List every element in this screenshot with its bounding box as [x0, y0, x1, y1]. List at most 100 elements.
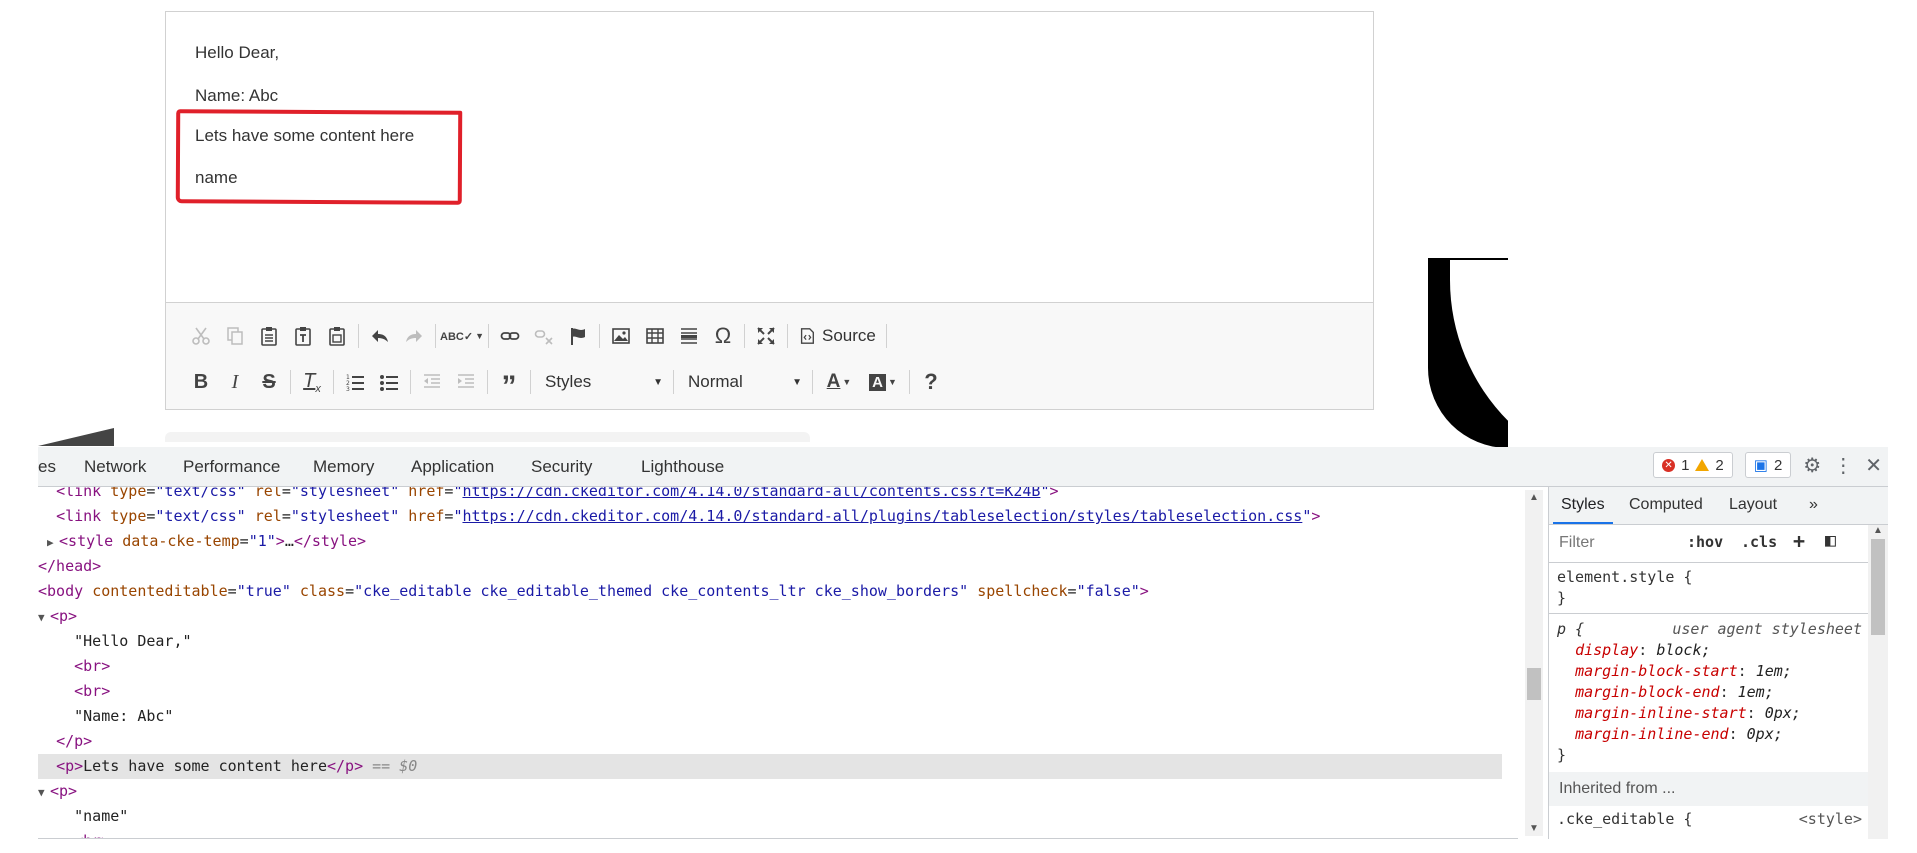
dom-text-node[interactable]: "Hello Dear,": [38, 629, 1502, 654]
css-prop-name[interactable]: display: [1575, 641, 1638, 659]
collapse-triangle-icon[interactable]: ▼: [38, 780, 50, 805]
table-button[interactable]: [638, 320, 672, 352]
scroll-down-icon[interactable]: ▼: [1529, 823, 1539, 834]
tab-security[interactable]: Security: [531, 457, 592, 477]
format-dropdown[interactable]: Normal ▼: [678, 368, 808, 396]
dom-node-br[interactable]: <br>: [38, 654, 1502, 679]
css-prop-name[interactable]: margin-block-start: [1575, 662, 1738, 680]
css-prop-name[interactable]: margin-inline-start: [1575, 704, 1747, 722]
dom-node-head-close[interactable]: </head>: [38, 554, 1502, 579]
dom-node-br[interactable]: <br>: [38, 829, 1502, 838]
close-icon[interactable]: ✕: [1865, 453, 1882, 478]
css-prop-value[interactable]: 0px;: [1765, 704, 1801, 722]
more-tabs-chevron-icon[interactable]: »: [1809, 496, 1818, 514]
dom-text-node[interactable]: "Name: Abc": [38, 704, 1502, 729]
undo-button[interactable]: [363, 320, 397, 352]
help-button[interactable]: ?: [914, 366, 948, 398]
cke-editable-selector[interactable]: .cke_editable {: [1557, 810, 1692, 828]
scrollbar-thumb[interactable]: [1527, 668, 1541, 700]
dom-node-link-1[interactable]: <link type="text/css" rel="stylesheet" h…: [38, 487, 1502, 504]
css-prop-value[interactable]: 1em;: [1738, 683, 1774, 701]
maximize-button[interactable]: [749, 320, 783, 352]
messages-counter[interactable]: ▣ 2: [1744, 452, 1792, 478]
tab-computed[interactable]: Computed: [1629, 496, 1703, 514]
dom-scrollbar[interactable]: ▲ ▼: [1525, 490, 1543, 836]
element-style-selector[interactable]: element.style {: [1557, 567, 1868, 588]
tab-sources[interactable]: es: [38, 457, 56, 477]
dom-node-body[interactable]: <body contenteditable="true" class="cke_…: [38, 579, 1502, 604]
strike-button[interactable]: S: [252, 366, 286, 398]
p-selector[interactable]: p {: [1557, 620, 1584, 638]
dom-node-p-selected[interactable]: <p>Lets have some content here</p> == $0: [38, 754, 1502, 779]
indent-button[interactable]: [449, 366, 483, 398]
blockquote-button[interactable]: ”: [492, 366, 526, 402]
scroll-up-icon[interactable]: ▲: [1873, 525, 1883, 536]
spellcheck-button[interactable]: ABC✓ ▼: [440, 320, 484, 352]
dom-node-link-2[interactable]: <link type="text/css" rel="stylesheet" h…: [38, 504, 1502, 529]
styles-dropdown[interactable]: Styles ▼: [535, 368, 669, 396]
tab-lighthouse[interactable]: Lighthouse: [641, 457, 724, 477]
italic-button[interactable]: I: [218, 366, 252, 398]
css-prop-name[interactable]: margin-inline-end: [1575, 725, 1729, 743]
paste-text-button[interactable]: [286, 320, 320, 352]
dom-node-p-3[interactable]: ▼ <p>: [38, 779, 1502, 804]
paste-word-button[interactable]: [320, 320, 354, 352]
class-toggle[interactable]: .cls: [1741, 533, 1777, 551]
bulleted-list-button[interactable]: [372, 366, 406, 398]
copy-button[interactable]: [218, 320, 252, 352]
stylesheet-link[interactable]: https://cdn.ckeditor.com/4.14.0/standard…: [462, 507, 1302, 525]
editor-content-area[interactable]: Hello Dear, Name: Abc Lets have some con…: [166, 12, 1373, 302]
toggle-sidebar-icon[interactable]: ◧: [1825, 530, 1836, 551]
scroll-up-icon[interactable]: ▲: [1529, 492, 1539, 503]
hover-state-toggle[interactable]: :hov: [1687, 533, 1723, 551]
source-button[interactable]: Source: [792, 320, 882, 352]
collapse-triangle-icon[interactable]: ▼: [38, 605, 50, 630]
filter-input[interactable]: Filter: [1559, 534, 1595, 552]
page-corner: [38, 428, 114, 446]
tab-layout[interactable]: Layout: [1729, 496, 1777, 514]
dom-node-p-close[interactable]: </p>: [38, 729, 1502, 754]
tab-memory[interactable]: Memory: [313, 457, 374, 477]
link-icon: [500, 332, 520, 340]
toolbar-separator: [909, 370, 910, 394]
gear-icon[interactable]: ⚙: [1803, 453, 1821, 478]
maximize-icon: [757, 327, 775, 345]
text-color-button[interactable]: A ▼: [817, 366, 861, 398]
styles-scrollbar[interactable]: ▲: [1868, 525, 1888, 839]
dom-node-style[interactable]: ▶ <style data-cke-temp="1">…</style>: [38, 529, 1502, 554]
numbered-list-button[interactable]: 123: [338, 366, 372, 398]
horizontal-rule-button[interactable]: [672, 320, 706, 352]
cut-button[interactable]: [184, 320, 218, 352]
css-prop-value[interactable]: 0px;: [1747, 725, 1783, 743]
bg-color-button[interactable]: A ▼: [861, 366, 905, 398]
tab-styles[interactable]: Styles: [1553, 496, 1613, 524]
css-prop-value[interactable]: block;: [1656, 641, 1710, 659]
expand-triangle-icon[interactable]: ▶: [47, 530, 59, 555]
issues-counter[interactable]: ✕ 1 2: [1653, 452, 1733, 478]
outdent-button[interactable]: [415, 366, 449, 398]
css-prop-name[interactable]: margin-block-end: [1575, 683, 1720, 701]
dom-text-node[interactable]: "name": [38, 804, 1502, 829]
dom-node-p-1[interactable]: ▼ <p>: [38, 604, 1502, 629]
link-button[interactable]: [493, 320, 527, 352]
special-char-button[interactable]: Ω: [706, 320, 740, 352]
chevron-down-icon: ▼: [842, 377, 852, 387]
style-source-link[interactable]: <style>: [1799, 809, 1868, 830]
bold-button[interactable]: B: [184, 366, 218, 398]
tab-network[interactable]: Network: [84, 457, 146, 477]
paste-button[interactable]: [252, 320, 286, 352]
remove-format-button[interactable]: Tx: [295, 366, 329, 398]
unlink-button[interactable]: [527, 320, 561, 352]
kebab-menu-icon[interactable]: ⋮: [1833, 453, 1853, 478]
tab-performance[interactable]: Performance: [183, 457, 280, 477]
scrollbar-thumb[interactable]: [1871, 539, 1885, 635]
css-prop-value[interactable]: 1em;: [1756, 662, 1792, 680]
new-rule-plus-icon[interactable]: +: [1793, 529, 1805, 553]
stylesheet-link[interactable]: https://cdn.ckeditor.com/4.14.0/standard…: [462, 487, 1040, 500]
anchor-button[interactable]: [561, 320, 595, 352]
image-button[interactable]: [604, 320, 638, 352]
tab-application[interactable]: Application: [411, 457, 494, 477]
redo-button[interactable]: [397, 320, 431, 352]
dom-node-br[interactable]: <br>: [38, 679, 1502, 704]
toolbar-separator: [812, 370, 813, 394]
